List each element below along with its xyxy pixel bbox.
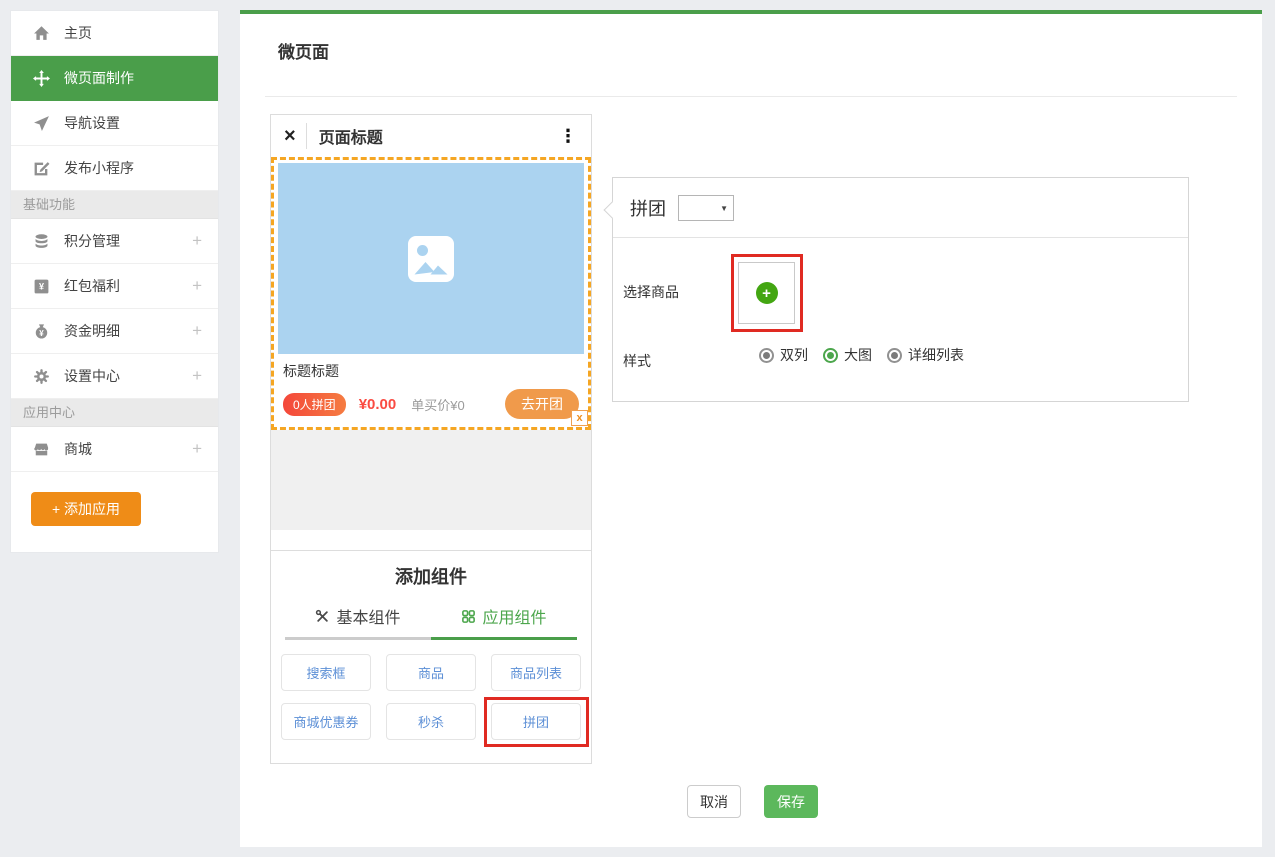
product-price-row: 0人拼团 ¥0.00 单买价¥0 去开团 (283, 389, 579, 419)
component-buttons: 搜索框 商品 商品列表 商城优惠券 秒杀 拼团 (281, 654, 581, 740)
sidebar-item-funds[interactable]: ¥ 资金明细 + (11, 309, 218, 354)
sidebar-item-navigation[interactable]: 导航设置 (11, 101, 218, 146)
tools-icon (315, 609, 330, 624)
svg-text:¥: ¥ (39, 328, 44, 337)
radio-icon (759, 348, 774, 363)
sidebar-item-label: 商城 (64, 439, 92, 459)
select-product-label: 选择商品 (623, 282, 679, 302)
phone-header: × 页面标题 ⋮ (271, 115, 591, 157)
component-button-coupon[interactable]: 商城优惠券 (281, 703, 371, 740)
radio-option-double-column[interactable]: 双列 (759, 345, 808, 365)
cancel-button[interactable]: 取消 (687, 785, 741, 818)
component-picker-title: 添加组件 (271, 563, 591, 589)
go-start-group-button[interactable]: 去开团 (505, 389, 579, 419)
shop-icon (33, 441, 50, 458)
empty-page-area (271, 430, 591, 530)
product-price: ¥0.00 (359, 396, 397, 413)
expand-plus-icon[interactable]: + (192, 439, 202, 459)
image-placeholder-icon (408, 236, 454, 282)
pintuan-dropdown[interactable] (678, 195, 734, 221)
move-icon (33, 70, 50, 87)
product-image-placeholder (278, 163, 584, 354)
sidebar-item-micropage[interactable]: 微页面制作 (11, 56, 218, 101)
selected-pintuan-component[interactable]: 标题标题 0人拼团 ¥0.00 单买价¥0 去开团 x (271, 157, 591, 430)
component-button-product[interactable]: 商品 (386, 654, 476, 691)
panel-header: 拼团 (613, 178, 1188, 238)
radio-icon-selected (823, 348, 838, 363)
edit-icon (33, 160, 50, 177)
tab-app-components[interactable]: 应用组件 (431, 604, 577, 640)
sidebar-item-points[interactable]: 积分管理 + (11, 219, 218, 264)
close-icon[interactable]: × (284, 126, 296, 146)
sidebar-item-label: 发布小程序 (64, 158, 134, 178)
panel-title: 拼团 (630, 195, 666, 221)
kebab-menu-icon[interactable]: ⋮ (559, 126, 577, 147)
add-plus-icon: + (756, 282, 778, 304)
add-product-box[interactable]: + (738, 262, 795, 324)
phone-preview: × 页面标题 ⋮ 标题标题 0人拼团 ¥0.00 (270, 114, 592, 764)
single-buy-price: 单买价¥0 (411, 395, 464, 414)
pintuan-settings-panel: 拼团 选择商品 + 样式 双列 大图 详细列表 (612, 177, 1189, 402)
sidebar-item-redpacket[interactable]: ¥ 红包福利 + (11, 264, 218, 309)
sidebar-section-basic: 基础功能 (11, 191, 218, 219)
sidebar-item-label: 主页 (64, 23, 92, 43)
expand-plus-icon[interactable]: + (192, 366, 202, 386)
sidebar-item-settings[interactable]: 设置中心 + (11, 354, 218, 399)
sidebar-item-label: 积分管理 (64, 231, 120, 251)
component-button-product-list[interactable]: 商品列表 (491, 654, 581, 691)
tab-basic-components[interactable]: 基本组件 (285, 604, 431, 640)
expand-plus-icon[interactable]: + (192, 231, 202, 251)
coins-icon (33, 233, 50, 250)
red-packet-icon: ¥ (33, 278, 50, 295)
expand-plus-icon[interactable]: + (192, 321, 202, 341)
save-button[interactable]: 保存 (764, 785, 818, 818)
sidebar: 主页 微页面制作 导航设置 发布小程序 基础功能 积分管理 + ¥ 红包福利 +… (10, 10, 219, 553)
tab-label: 应用组件 (482, 604, 546, 628)
component-picker: 添加组件 基本组件 (271, 550, 591, 763)
main-content: 微页面 × 页面标题 ⋮ 标题标题 (240, 10, 1262, 847)
gear-icon (33, 368, 50, 385)
sidebar-item-label: 导航设置 (64, 113, 120, 133)
component-button-pintuan[interactable]: 拼团 (491, 703, 581, 740)
expand-plus-icon[interactable]: + (192, 276, 202, 296)
radio-label: 双列 (780, 345, 808, 365)
style-options: 双列 大图 详细列表 (759, 345, 964, 365)
sidebar-item-mall[interactable]: 商城 + (11, 427, 218, 472)
radio-label: 大图 (844, 345, 872, 365)
navigation-icon (33, 115, 50, 132)
radio-option-big-image[interactable]: 大图 (823, 345, 872, 365)
page-title: 微页面 (278, 38, 329, 63)
sidebar-section-apps: 应用中心 (11, 399, 218, 427)
component-button-flash-sale[interactable]: 秒杀 (386, 703, 476, 740)
component-tabs: 基本组件 应用组件 (285, 604, 577, 640)
sidebar-item-label: 微页面制作 (64, 68, 134, 88)
sidebar-item-label: 设置中心 (64, 366, 120, 386)
phone-page-title: 页面标题 (319, 124, 383, 148)
radio-option-detail-list[interactable]: 详细列表 (887, 345, 964, 365)
radio-label: 详细列表 (908, 345, 964, 365)
svg-text:¥: ¥ (39, 281, 44, 291)
title-divider (265, 96, 1237, 97)
sidebar-item-label: 红包福利 (64, 276, 120, 296)
header-divider (306, 123, 307, 149)
sidebar-item-home[interactable]: 主页 (11, 11, 218, 56)
sidebar-footer: + 添加应用 (11, 472, 218, 526)
style-label: 样式 (623, 351, 651, 371)
delete-component-icon[interactable]: x (571, 410, 588, 426)
sidebar-item-publish[interactable]: 发布小程序 (11, 146, 218, 191)
tab-label: 基本组件 (336, 604, 400, 628)
component-button-searchbox[interactable]: 搜索框 (281, 654, 371, 691)
home-icon (33, 25, 50, 42)
radio-icon (887, 348, 902, 363)
sidebar-item-label: 资金明细 (64, 321, 120, 341)
product-title: 标题标题 (283, 361, 579, 381)
add-app-button[interactable]: + 添加应用 (31, 492, 141, 526)
grid-icon (461, 609, 476, 624)
page: 主页 微页面制作 导航设置 发布小程序 基础功能 积分管理 + ¥ 红包福利 +… (0, 0, 1275, 857)
money-bag-icon: ¥ (33, 323, 50, 340)
group-buy-badge: 0人拼团 (283, 393, 346, 416)
